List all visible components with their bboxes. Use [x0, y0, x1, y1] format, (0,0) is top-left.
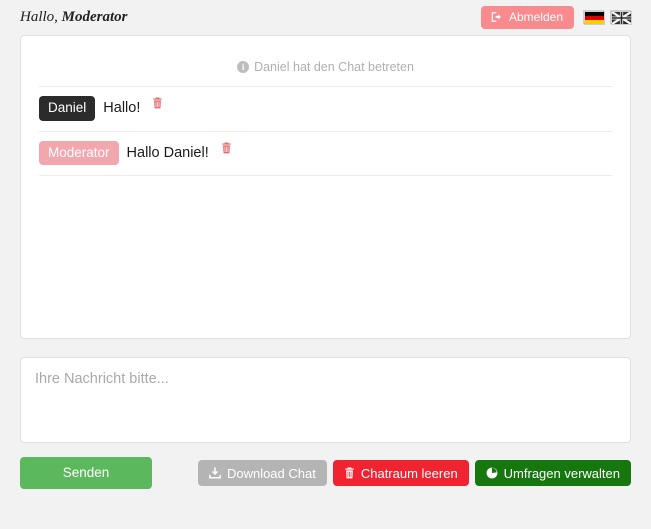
manage-polls-button[interactable]: Umfragen verwalten	[474, 460, 631, 486]
greeting-prefix: Hallo,	[20, 8, 58, 25]
chat-log-panel: i Daniel hat den Chat betreten Daniel Ha…	[20, 35, 631, 339]
language-switcher	[583, 10, 632, 25]
system-message-text: Daniel hat den Chat betreten	[254, 60, 414, 74]
send-button[interactable]: Senden	[20, 457, 152, 489]
clear-chatroom-label: Chatraum leeren	[360, 465, 458, 481]
download-chat-label: Download Chat	[226, 465, 316, 481]
page-header: Hallo, Moderator Abmelden	[20, 0, 632, 30]
trash-icon	[152, 97, 163, 109]
header-actions: Abmelden	[480, 5, 632, 29]
download-icon	[209, 467, 221, 479]
system-message: i Daniel hat den Chat betreten	[39, 54, 612, 86]
flag-de-icon[interactable]	[583, 10, 605, 25]
logout-button-label: Abmelden	[508, 9, 563, 24]
trash-icon	[344, 467, 355, 479]
table-row: Daniel Hallo!	[39, 86, 612, 131]
greeting-text: Hallo, Moderator	[20, 9, 128, 26]
send-button-label: Senden	[62, 465, 110, 481]
message-text: Hallo Daniel!	[126, 144, 209, 161]
delete-message-button[interactable]	[148, 97, 163, 109]
trash-icon	[221, 142, 232, 154]
action-toolbar: Senden Download Chat Chatraum leeren Umf…	[20, 457, 631, 489]
manage-polls-label: Umfragen verwalten	[503, 465, 620, 481]
message-input[interactable]	[20, 357, 631, 443]
clear-chatroom-button[interactable]: Chatraum leeren	[332, 460, 469, 486]
message-author-badge: Daniel	[39, 96, 96, 121]
download-chat-button[interactable]: Download Chat	[197, 460, 327, 486]
logout-button[interactable]: Abmelden	[480, 5, 574, 29]
chat-moderator-page: Hallo, Moderator Abmelden i Daniel hat d…	[0, 0, 651, 529]
pie-chart-icon	[486, 467, 498, 479]
message-author-badge: Moderator	[39, 140, 119, 166]
toolbar-right-group: Download Chat Chatraum leeren Umfragen v…	[197, 460, 631, 486]
info-circle-icon: i	[237, 61, 250, 73]
table-row: Moderator Hallo Daniel!	[39, 130, 612, 177]
flag-en-icon[interactable]	[610, 10, 632, 25]
greeting-user-name: Moderator	[61, 8, 128, 25]
message-text: Hallo!	[103, 100, 141, 117]
delete-message-button[interactable]	[217, 142, 232, 154]
sign-out-icon	[491, 11, 503, 23]
